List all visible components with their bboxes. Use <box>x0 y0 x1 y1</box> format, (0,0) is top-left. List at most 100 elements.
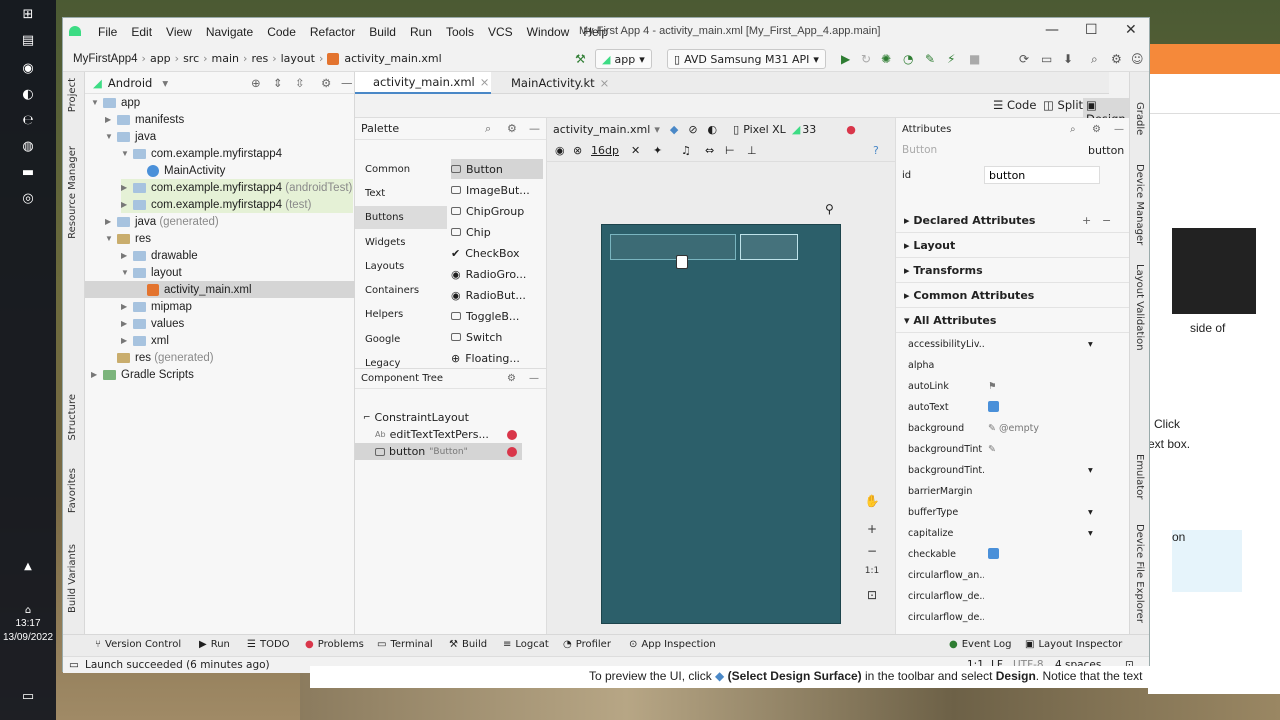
attr-value-cell[interactable] <box>984 547 1104 562</box>
tree-item-res[interactable]: ▼ res <box>105 230 151 247</box>
clock-time[interactable]: 13:17 <box>2 618 54 629</box>
pan-icon[interactable]: ✋ <box>861 494 883 508</box>
run-icon[interactable]: ▶ <box>841 52 850 66</box>
menu-tools[interactable]: Tools <box>439 25 481 39</box>
preview-button[interactable] <box>740 234 798 260</box>
tool-version-control[interactable]: ⑂ Version Control <box>95 639 181 650</box>
palette-category-buttons[interactable]: Buttons <box>355 206 447 229</box>
edge-icon[interactable]: ◐ <box>18 84 38 104</box>
gear-icon[interactable]: ⚙ <box>507 373 516 384</box>
search-icon[interactable]: ⌕ <box>1091 52 1098 67</box>
tool-build[interactable]: ⚒ Build <box>449 639 487 650</box>
notifications-icon[interactable]: ▭ <box>18 686 38 706</box>
attr-row[interactable]: accessibilityLiv... ▾ <box>896 334 1129 355</box>
section-transforms[interactable]: ▸ Transforms <box>896 258 1129 283</box>
menu-view[interactable]: View <box>159 25 199 39</box>
layout-file-selector[interactable]: activity_main.xml <box>553 123 650 136</box>
menu-navigate[interactable]: Navigate <box>199 25 260 39</box>
palette-category-layouts[interactable]: Layouts <box>355 255 447 278</box>
palette-category-containers[interactable]: Containers <box>355 279 447 302</box>
attr-row[interactable]: autoText <box>896 397 1129 418</box>
menu-file[interactable]: File <box>91 25 124 39</box>
edge-browser-icon[interactable]: ℮ <box>18 110 38 130</box>
attr-row[interactable]: checkable <box>896 544 1129 565</box>
tool-problems[interactable]: ● Problems <box>305 639 364 650</box>
tree-item-mainactivity[interactable]: MainActivity <box>147 162 225 179</box>
attr-row[interactable]: bufferType ▾ <box>896 502 1129 523</box>
dropdown-icon[interactable]: ▾ <box>1088 465 1093 476</box>
attr-row[interactable]: autoLink ⚑ <box>896 376 1129 397</box>
mode-split[interactable]: ◫ Split <box>1043 98 1083 112</box>
windows-start-icon[interactable]: ⊞ <box>18 4 38 24</box>
gear-icon[interactable]: ⚙ <box>321 76 331 90</box>
palette-category-google[interactable]: Google <box>355 328 447 351</box>
palette-category-helpers[interactable]: Helpers <box>355 303 447 326</box>
locate-icon[interactable]: ⊕ <box>251 76 261 90</box>
tray-icon[interactable]: ▲ <box>18 556 38 576</box>
menu-build[interactable]: Build <box>362 25 403 39</box>
tree-item-layout[interactable]: ▼ layout <box>121 264 182 281</box>
checkbox-icon[interactable] <box>988 547 999 559</box>
close-icon[interactable]: × <box>600 76 610 90</box>
tree-node-constraintlayout[interactable]: ⌐ ConstraintLayout <box>363 409 469 426</box>
tree-item-mipmap[interactable]: ▶ mipmap <box>121 298 192 315</box>
tab-device-file-explorer[interactable]: Device File Explorer <box>1134 524 1145 623</box>
breadcrumb-main[interactable]: main <box>212 52 239 65</box>
tool-todo[interactable]: ☰ TODO <box>247 639 290 650</box>
attr-row[interactable]: capitalize ▾ <box>896 523 1129 544</box>
attr-row[interactable]: alpha <box>896 355 1129 376</box>
align-icon[interactable]: ⊢ <box>725 144 735 157</box>
palette-category-widgets[interactable]: Widgets <box>355 231 447 254</box>
dropdown-icon[interactable]: ▾ <box>1088 507 1093 518</box>
add-icon[interactable]: + <box>1082 214 1091 227</box>
palette-item-imagebutton[interactable]: ImageBut... <box>451 180 543 200</box>
breadcrumb-file[interactable]: activity_main.xml <box>344 52 441 65</box>
device-selector[interactable]: Pixel XL <box>743 123 786 136</box>
close-icon[interactable]: × <box>480 75 490 89</box>
tree-node-button[interactable]: button "Button" <box>355 443 522 460</box>
minimize-icon[interactable]: — <box>1045 22 1059 38</box>
device-select[interactable]: ▯ AVD Samsung M31 API ▾ <box>667 49 826 69</box>
zoom-in-icon[interactable]: + <box>861 522 883 536</box>
section-declared-attributes[interactable]: ▸ Declared Attributes + − <box>896 208 1129 233</box>
help-icon[interactable]: ? <box>873 144 879 157</box>
tree-item-package-main[interactable]: ▼ com.example.myfirstapp4 <box>121 145 282 162</box>
tab-favorites[interactable]: Favorites <box>67 468 78 513</box>
error-icon[interactable] <box>507 429 517 440</box>
clear-constraints-icon[interactable]: ✕ <box>631 144 640 157</box>
eye-icon[interactable]: ◉ <box>555 144 565 157</box>
tab-resource-manager[interactable]: Resource Manager <box>67 146 78 239</box>
preview-edittext[interactable] <box>610 234 736 260</box>
palette-item-radiogroup[interactable]: ◉ RadioGro... <box>451 264 543 284</box>
attr-row[interactable]: background ✎ @empty <box>896 418 1129 439</box>
gear-icon[interactable]: ⚙ <box>1092 124 1101 135</box>
zoom-out-icon[interactable]: − <box>861 544 883 558</box>
palette-item-radiobutton[interactable]: ◉ RadioBut... <box>451 285 543 305</box>
tree-item-app[interactable]: ▼ app <box>91 94 140 111</box>
tab-mainactivity-kt[interactable]: MainActivity.kt × <box>493 72 613 94</box>
menu-vcs[interactable]: VCS <box>481 25 520 39</box>
tree-item-activity-main[interactable]: activity_main.xml <box>85 281 355 298</box>
menu-code[interactable]: Code <box>260 25 303 39</box>
hide-icon[interactable]: — <box>529 122 540 135</box>
breadcrumb-layout[interactable]: layout <box>281 52 315 65</box>
debug-icon[interactable]: ✺ <box>881 52 891 66</box>
attr-row[interactable]: backgroundTint ✎ <box>896 439 1129 460</box>
menu-refactor[interactable]: Refactor <box>303 25 362 39</box>
hide-icon[interactable]: — <box>341 76 353 90</box>
attr-row[interactable]: circularflow_de... <box>896 607 1129 628</box>
network-icon[interactable]: ⌂ <box>18 600 38 620</box>
palette-item-chipgroup[interactable]: ChipGroup <box>451 201 543 221</box>
maximize-icon[interactable]: ☐ <box>1085 22 1098 38</box>
eyedropper-icon[interactable]: ✎ <box>984 444 1104 455</box>
error-icon[interactable]: ● <box>846 123 856 136</box>
apply-changes-icon[interactable]: ⚡ <box>947 52 955 66</box>
zoom-actual-size[interactable]: 1:1 <box>861 566 883 576</box>
tree-node-edittext[interactable]: Ab editTextTextPers... <box>375 426 545 443</box>
palette-category-text[interactable]: Text <box>355 182 447 205</box>
tree-item-res-generated[interactable]: res (generated) <box>105 349 214 366</box>
tool-layout-inspector[interactable]: ▣ Layout Inspector <box>1025 639 1122 650</box>
tool-profiler[interactable]: ◔ Profiler <box>563 639 611 650</box>
breadcrumb-src[interactable]: src <box>183 52 199 65</box>
zoom-fit-icon[interactable]: ⊡ <box>861 588 883 602</box>
